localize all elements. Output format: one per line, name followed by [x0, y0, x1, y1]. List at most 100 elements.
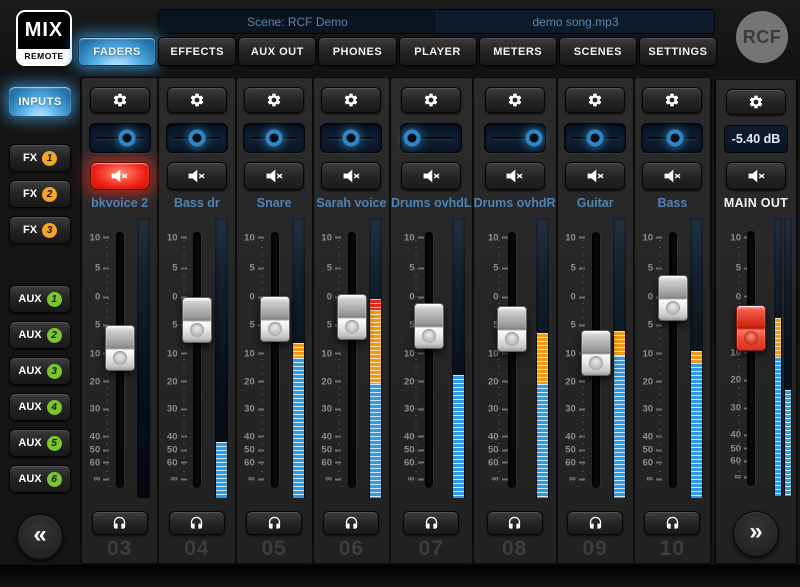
- fader-handle[interactable]: [105, 325, 135, 371]
- channel-solo-phones-button[interactable]: [169, 511, 225, 535]
- channel-solo-phones-button[interactable]: [403, 511, 459, 535]
- channel-settings-button[interactable]: [321, 87, 381, 113]
- tab-settings[interactable]: SETTINGS: [639, 37, 717, 66]
- fader-scale-label: 10: [565, 348, 576, 359]
- channel-settings-button[interactable]: [167, 87, 227, 113]
- channel-name: Snare: [257, 196, 292, 214]
- pan-knob[interactable]: [404, 130, 421, 147]
- sidebar-item-fx-3-button[interactable]: FX3: [9, 216, 71, 244]
- channel-settings-button[interactable]: [244, 87, 304, 113]
- pan-control[interactable]: [166, 123, 228, 153]
- sidebar-item-fx-1-button[interactable]: FX1: [9, 144, 71, 172]
- channel-mute-button[interactable]: [565, 162, 625, 190]
- pan-knob[interactable]: [266, 130, 283, 147]
- pan-control[interactable]: [564, 123, 626, 153]
- meter-segment-orange: [691, 351, 702, 363]
- fader-scale-label: 10: [565, 232, 576, 243]
- main-out-level-display: -5.40 dB: [724, 125, 788, 153]
- channel-settings-button[interactable]: [642, 87, 702, 113]
- fader-scale-label: 30: [565, 404, 576, 415]
- tab-faders[interactable]: FADERS: [78, 37, 156, 66]
- sidebar-item-aux-1-button[interactable]: AUX1: [9, 285, 71, 313]
- fader-handle[interactable]: [260, 296, 290, 342]
- fader-handle[interactable]: [182, 297, 212, 343]
- channel-mute-button[interactable]: [485, 162, 545, 190]
- tab-effects[interactable]: EFFECTS: [158, 37, 236, 66]
- next-page-button[interactable]: »: [733, 511, 779, 557]
- fader-handle[interactable]: [337, 294, 367, 340]
- main-out-fader-handle[interactable]: [736, 305, 766, 351]
- channel-mute-button[interactable]: [642, 162, 702, 190]
- fader-scale-label: ∞: [569, 474, 576, 485]
- tab-player[interactable]: PLAYER: [399, 37, 477, 66]
- fader-minor-ticks: [261, 240, 263, 480]
- previous-page-button[interactable]: «: [17, 514, 63, 560]
- fader-scale-label: 5: [648, 263, 653, 274]
- pan-control[interactable]: [484, 123, 546, 153]
- fader-handle[interactable]: [658, 275, 688, 321]
- pan-control[interactable]: [641, 123, 703, 153]
- pan-knob[interactable]: [343, 130, 360, 147]
- sidebar-item-aux-2-button[interactable]: AUX2: [9, 321, 71, 349]
- pan-control[interactable]: [400, 123, 462, 153]
- pan-control[interactable]: [320, 123, 382, 153]
- sidebar-item-aux-number-badge: 5: [47, 436, 62, 451]
- fader-scale-label: 10: [321, 232, 332, 243]
- tab-phones[interactable]: PHONES: [318, 37, 396, 66]
- channel-solo-phones-button[interactable]: [487, 511, 543, 535]
- channel-solo-phones-button[interactable]: [323, 511, 379, 535]
- sidebar-item-aux-5-button[interactable]: AUX5: [9, 429, 71, 457]
- tab-aux-out[interactable]: AUX OUT: [238, 37, 316, 66]
- pan-knob[interactable]: [118, 130, 135, 147]
- channel-settings-button[interactable]: [90, 87, 150, 113]
- pan-control[interactable]: [89, 123, 151, 153]
- pan-knob[interactable]: [188, 130, 205, 147]
- channel-mute-button[interactable]: [401, 162, 461, 190]
- fader-scale-label: 20: [321, 376, 332, 387]
- main-out-meter-left: [774, 218, 782, 496]
- main-out-stereo-meter: [774, 218, 792, 496]
- channel-settings-button[interactable]: [565, 87, 625, 113]
- channel-fader-zone: 10505102030405060∞: [82, 214, 157, 507]
- channel-settings-button[interactable]: [485, 87, 545, 113]
- fader-scale-tick: [502, 353, 508, 355]
- pan-knob[interactable]: [525, 130, 542, 147]
- channel-mute-button[interactable]: [244, 162, 304, 190]
- pan-knob[interactable]: [667, 130, 684, 147]
- pan-knob[interactable]: [587, 130, 604, 147]
- sidebar-item-aux-6-button[interactable]: AUX6: [9, 465, 71, 493]
- mute-speaker-icon: [505, 168, 524, 184]
- fader-scale-label: 20: [90, 376, 101, 387]
- fader-scale-label: 60: [167, 457, 178, 468]
- tab-meters[interactable]: METERS: [479, 37, 557, 66]
- channel-mute-button[interactable]: [167, 162, 227, 190]
- fader-scale-label: 10: [90, 232, 101, 243]
- sidebar-item-fx-2-button[interactable]: FX2: [9, 180, 71, 208]
- sidebar-item-aux-3-button[interactable]: AUX3: [9, 357, 71, 385]
- fader-handle[interactable]: [414, 303, 444, 349]
- meter-segment-orange: [293, 343, 304, 358]
- aux-button-group: AUX1 AUX2 AUX3 AUX4 AUX5 AUX6: [9, 285, 71, 501]
- pan-control[interactable]: [243, 123, 305, 153]
- channel-solo-phones-button[interactable]: [246, 511, 302, 535]
- fader-scale-label: 0: [648, 292, 653, 303]
- fader-scale-label: 0: [570, 292, 575, 303]
- channel-solo-phones-button[interactable]: [567, 511, 623, 535]
- tab-scenes[interactable]: SCENES: [559, 37, 637, 66]
- fader-handle[interactable]: [497, 306, 527, 352]
- channel-number: 05: [261, 537, 286, 563]
- channel-mute-button[interactable]: [90, 162, 150, 190]
- sidebar-item-inputs[interactable]: INPUTS: [9, 87, 71, 116]
- meter-segment-red: [370, 299, 381, 310]
- channel-solo-phones-button[interactable]: [644, 511, 700, 535]
- channel-strip-07: Drums ovhdL10505102030405060∞07: [391, 78, 472, 563]
- fader-handle[interactable]: [581, 330, 611, 376]
- fader-scale-label: 40: [404, 431, 415, 442]
- channel-mute-button[interactable]: [321, 162, 381, 190]
- bottom-band: [0, 565, 800, 587]
- main-out-mute-button[interactable]: [726, 162, 786, 190]
- channel-settings-button[interactable]: [401, 87, 461, 113]
- channel-solo-phones-button[interactable]: [92, 511, 148, 535]
- main-out-settings-button[interactable]: [726, 89, 786, 115]
- sidebar-item-aux-4-button[interactable]: AUX4: [9, 393, 71, 421]
